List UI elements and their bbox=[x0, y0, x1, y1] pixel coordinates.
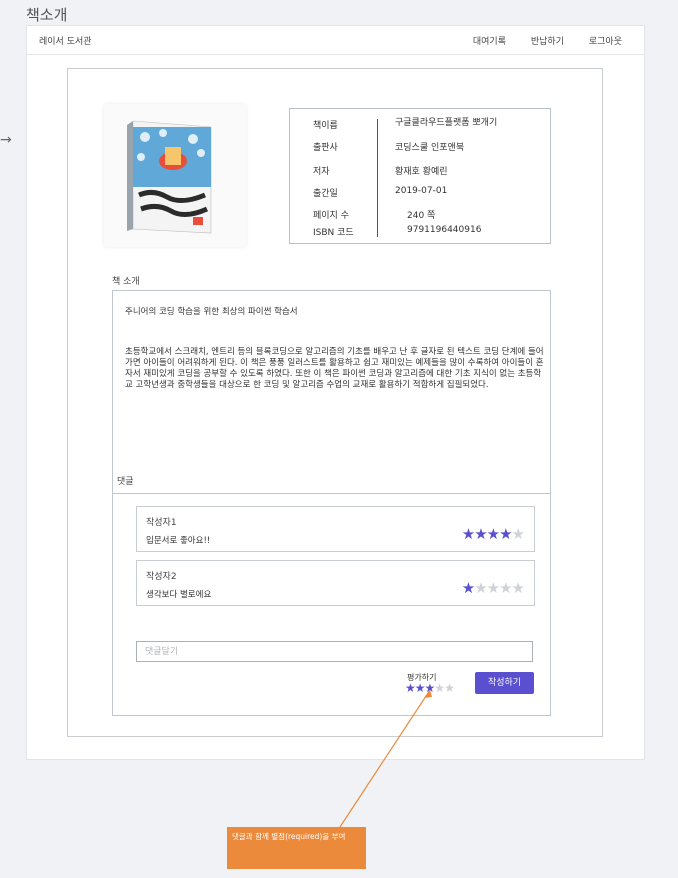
annotation-note: 댓글과 함께 별점(required)을 부여 bbox=[227, 827, 366, 869]
annotation-arrow bbox=[337, 689, 432, 831]
